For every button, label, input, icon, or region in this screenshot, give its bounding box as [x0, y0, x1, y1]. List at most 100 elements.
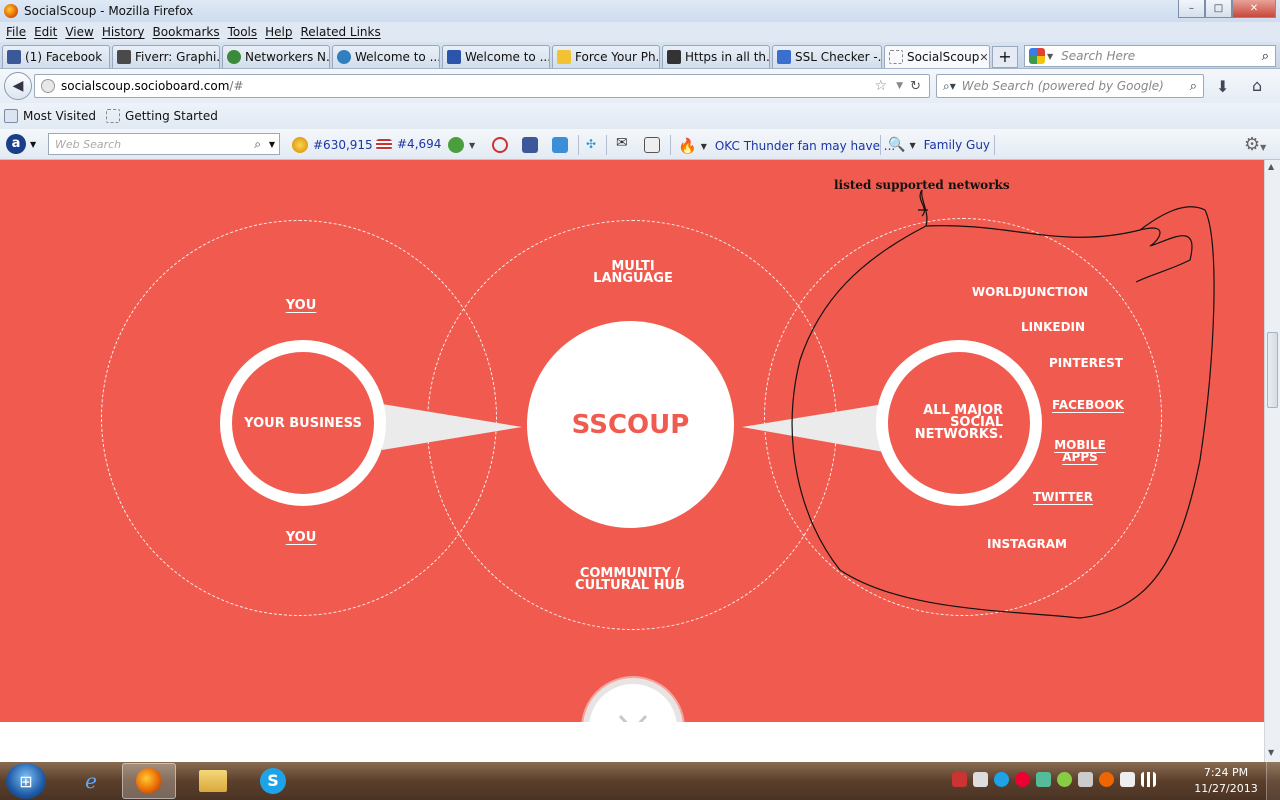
tab-https[interactable]: Https in all th...	[662, 45, 770, 68]
facebook-share-icon[interactable]	[522, 137, 538, 153]
network-linkedin[interactable]: LINKEDIN	[1013, 321, 1093, 333]
search-dropdown-icon[interactable]: ▼	[269, 140, 275, 149]
tab-socialscoup[interactable]: SocialScoup ✕	[884, 45, 990, 68]
tab-search-box[interactable]: ▼ Search Here ⌕	[1024, 45, 1276, 67]
search-icon[interactable]: ⌕	[1190, 79, 1197, 94]
tab-close-icon[interactable]: ✕	[979, 51, 988, 64]
action-center-flag-icon[interactable]	[1120, 772, 1135, 787]
tab-fiverr[interactable]: Fiverr: Graphi...	[112, 45, 220, 68]
tab-welcome-1[interactable]: Welcome to ...	[332, 45, 440, 68]
firefox-taskbar-button[interactable]	[122, 763, 176, 799]
site-identity-icon[interactable]	[41, 79, 55, 93]
alexa-rank-global[interactable]: #630,915	[292, 137, 373, 153]
volume-icon[interactable]	[973, 772, 988, 787]
left-top-you-label[interactable]: YOU	[271, 299, 331, 312]
close-button[interactable]: ✕	[1232, 0, 1276, 18]
us-flag-icon	[376, 138, 392, 150]
left-bottom-you-label[interactable]: YOU	[271, 531, 331, 544]
back-button[interactable]: ◀	[4, 72, 32, 100]
tab-networkers[interactable]: Networkers N...	[222, 45, 330, 68]
tray-update-icon[interactable]	[1099, 772, 1114, 787]
tab-welcome-2[interactable]: Welcome to ...	[442, 45, 550, 68]
show-desktop-button[interactable]	[1266, 762, 1280, 800]
url-path: /#	[229, 79, 244, 93]
new-tab-button[interactable]: +	[992, 46, 1018, 68]
bookmark-star-icon[interactable]: ☆	[874, 78, 887, 94]
contact-card-icon[interactable]	[644, 137, 660, 153]
window-title: SocialScoup - Mozilla Firefox	[24, 4, 194, 18]
start-button[interactable]: ⊞	[6, 763, 46, 799]
clock-time: 7:24 PM	[1203, 766, 1249, 779]
network-pinterest[interactable]: PINTEREST	[1046, 357, 1126, 369]
network-facebook[interactable]: FACEBOOK	[1048, 399, 1128, 411]
tab-label: Https in all th...	[685, 50, 770, 64]
search-engine-icon[interactable]: ⌕▾	[943, 79, 956, 94]
network-signal-icon[interactable]	[1141, 772, 1156, 787]
scroll-up-arrow-icon[interactable]: ▲	[1268, 162, 1274, 171]
usb-icon[interactable]	[1078, 772, 1093, 787]
show-dropdown-icon[interactable]: ▼	[909, 141, 915, 150]
scrollbar-thumb[interactable]	[1267, 332, 1278, 408]
menu-file[interactable]: File	[6, 25, 26, 39]
search-engine-dropdown-icon[interactable]: ▼	[1047, 52, 1053, 61]
link-tool[interactable]: ▼	[448, 137, 475, 153]
network-mobile-apps[interactable]: MOBILE APPS	[1040, 439, 1120, 463]
menu-related-links[interactable]: Related Links	[301, 25, 381, 39]
news-dropdown-icon[interactable]: ▼	[701, 142, 707, 151]
tab-label: SocialScoup	[907, 50, 980, 64]
menu-edit[interactable]: Edit	[34, 25, 57, 39]
tray-shield-icon[interactable]	[1015, 772, 1030, 787]
search-icon[interactable]: ⌕	[1262, 49, 1269, 64]
network-twitter[interactable]: TWITTER	[1023, 491, 1103, 503]
search-icon[interactable]: ⌕	[254, 137, 261, 152]
tray-sync-icon[interactable]	[1036, 772, 1051, 787]
ask-menu-dropdown-icon[interactable]: ▼	[30, 140, 36, 149]
network-instagram[interactable]: INSTAGRAM	[977, 538, 1077, 550]
internet-explorer-button[interactable]: ℯ	[64, 763, 118, 799]
minimize-button[interactable]: –	[1178, 0, 1205, 18]
menu-history[interactable]: History	[102, 25, 145, 39]
firefox-icon	[4, 4, 18, 18]
menu-tools[interactable]: Tools	[228, 25, 258, 39]
downloads-icon[interactable]: ⬇	[1216, 77, 1229, 96]
tab-ssl-checker[interactable]: SSL Checker -...	[772, 45, 882, 68]
maximize-button[interactable]: □	[1205, 0, 1232, 18]
explorer-button[interactable]	[186, 763, 240, 799]
link-icon	[448, 137, 464, 153]
scroll-down-button[interactable]	[583, 678, 683, 722]
bookmark-most-visited[interactable]: Most Visited	[4, 109, 96, 123]
network-worldjunction[interactable]: WORLDJUNCTION	[960, 286, 1100, 298]
news-ticker[interactable]: 🔥 ▼ OKC Thunder fan may have ...	[678, 137, 895, 155]
system-clock[interactable]: 7:24 PM 11/27/2013	[1194, 765, 1258, 797]
url-history-dropdown-icon[interactable]: ▼	[896, 81, 903, 91]
web-search-box[interactable]: ⌕▾ Web Search (powered by Google) ⌕	[936, 74, 1204, 98]
tray-chat-icon[interactable]	[1057, 772, 1072, 787]
scroll-down-arrow-icon[interactable]: ▼	[1268, 748, 1274, 757]
tab-facebook[interactable]: (1) Facebook	[2, 45, 110, 68]
vertical-scrollbar[interactable]: ▲ ▼	[1264, 160, 1280, 762]
menu-view[interactable]: View	[65, 25, 93, 39]
ask-logo-icon[interactable]: a	[6, 134, 26, 154]
tv-show-link[interactable]: 🔍 ▼ Family Guy	[888, 137, 990, 153]
tab-label: Force Your Ph...	[575, 50, 660, 64]
menu-bookmarks[interactable]: Bookmarks	[153, 25, 220, 39]
skype-tray-icon[interactable]	[994, 772, 1009, 787]
ask-search-input[interactable]: Web Search ⌕ ▼	[48, 133, 280, 155]
menu-help[interactable]: Help	[265, 25, 292, 39]
link-dropdown-icon[interactable]: ▼	[469, 141, 475, 150]
mail-icon[interactable]: ✉	[616, 135, 628, 151]
skype-button[interactable]: S	[246, 763, 300, 799]
bookmark-getting-started[interactable]: Getting Started	[106, 109, 218, 123]
timer-icon[interactable]	[492, 137, 508, 153]
reload-icon[interactable]: ↻	[910, 79, 921, 94]
alexa-rank-country[interactable]: #4,694	[376, 137, 441, 151]
tab-force-your-ph[interactable]: Force Your Ph...	[552, 45, 660, 68]
tray-app-icon[interactable]	[952, 772, 967, 787]
bookmark-label: Most Visited	[23, 109, 97, 123]
url-bar[interactable]: socialscoup.socioboard.com /# ☆ ▼ ↻	[34, 74, 930, 98]
bookmark-label: Getting Started	[125, 109, 218, 123]
sparkle-icon[interactable]: ✣	[586, 137, 596, 151]
share-icon[interactable]	[552, 137, 568, 153]
gear-icon[interactable]: ⚙▼	[1244, 134, 1266, 155]
home-icon[interactable]: ⌂	[1252, 76, 1262, 95]
